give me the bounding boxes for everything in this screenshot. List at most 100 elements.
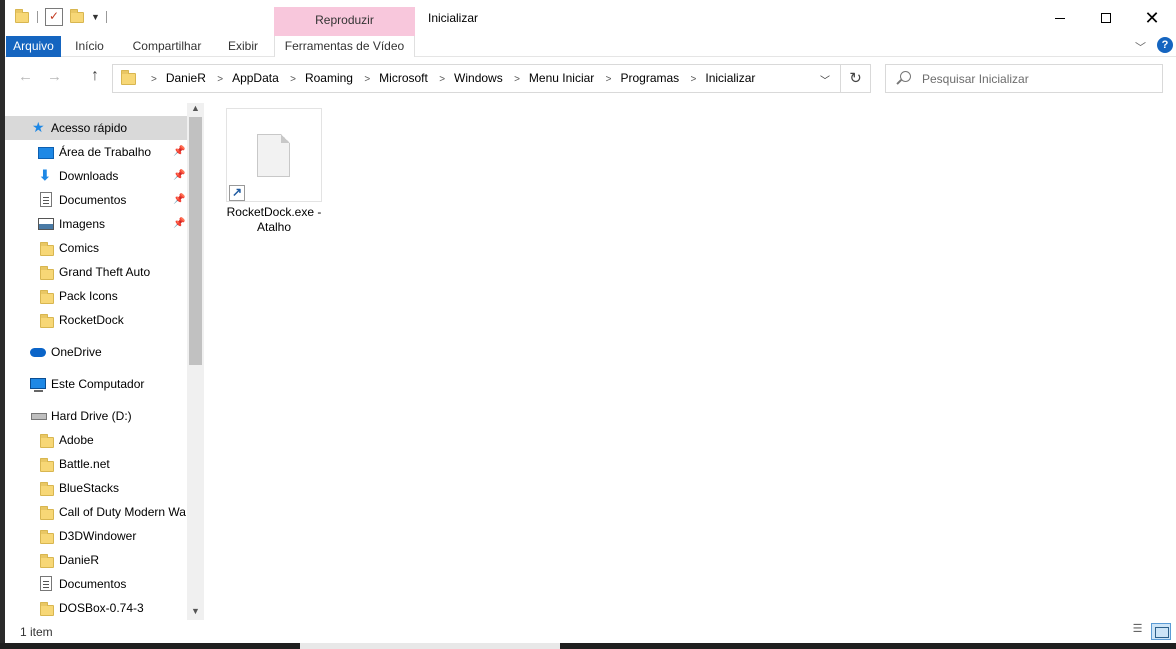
nav-item-danier[interactable]: DanieR [5, 548, 187, 572]
folder-icon [40, 602, 54, 616]
title-bar: ▼ Reproduzir Inicializar ✕ [5, 0, 1176, 36]
nav-item-label: Documentos [59, 193, 127, 207]
chevron-right-icon[interactable]: > [439, 66, 445, 93]
tab-video-tools[interactable]: Ferramentas de Vídeo [274, 36, 415, 57]
nav-item-label: Pack Icons [59, 289, 118, 303]
tab-file[interactable]: Arquivo [6, 36, 61, 57]
properties-icon[interactable] [45, 8, 63, 26]
nav-item-label: Comics [59, 241, 100, 255]
nav-item-pack-icons[interactable]: Pack Icons [5, 284, 187, 308]
file-name[interactable]: RocketDock.exe - Atalho [220, 205, 328, 235]
nav-item-gta[interactable]: Grand Theft Auto [5, 260, 187, 284]
nav-item-call-of-duty[interactable]: Call of Duty Modern Wa [5, 500, 187, 524]
large-icons-view-icon[interactable] [1151, 623, 1171, 640]
chevron-down-icon[interactable]: ﹀ [820, 72, 830, 87]
folder-icon [40, 554, 54, 568]
details-view-icon[interactable]: ☰ [1129, 623, 1146, 638]
nav-item-comics[interactable]: Comics [5, 236, 187, 260]
chevron-right-icon[interactable]: > [151, 66, 157, 93]
nav-item-pictures[interactable]: Imagens 📌 [5, 212, 187, 236]
breadcrumb-item[interactable]: Programas [620, 65, 679, 92]
nav-item-documentos-drive[interactable]: Documentos [5, 572, 187, 596]
nav-item-this-pc[interactable]: Este Computador [5, 372, 187, 396]
file-list-area[interactable]: ↗ RocketDock.exe - Atalho [204, 98, 1176, 620]
minimize-button[interactable] [1037, 4, 1083, 32]
nav-item-label: Documentos [59, 577, 127, 591]
quick-access-dropdown-icon[interactable]: ▼ [91, 12, 100, 22]
nav-item-d3dwindower[interactable]: D3DWindower [5, 524, 187, 548]
pin-icon[interactable]: 📌 [173, 188, 185, 212]
chevron-right-icon[interactable]: > [290, 66, 296, 93]
nav-item-label: Downloads [59, 169, 119, 183]
nav-item-adobe[interactable]: Adobe [5, 428, 187, 452]
nav-item-onedrive[interactable]: OneDrive [5, 340, 187, 364]
scrollbar-thumb[interactable] [189, 117, 202, 365]
chevron-right-icon[interactable]: > [514, 66, 520, 93]
nav-item-dosbox[interactable]: DOSBox-0.74-3 [5, 596, 187, 620]
scroll-up-icon[interactable]: ▲ [191, 103, 200, 113]
pin-icon[interactable]: 📌 [173, 212, 185, 236]
nav-item-label: Imagens [59, 217, 106, 231]
close-button[interactable]: ✕ [1129, 4, 1175, 32]
chevron-right-icon[interactable]: > [217, 66, 223, 93]
chevron-right-icon[interactable]: > [606, 66, 612, 93]
toolbar-separator [106, 11, 107, 23]
back-arrow-icon[interactable]: ← [18, 68, 33, 85]
chevron-right-icon[interactable]: > [691, 66, 697, 93]
new-folder-icon[interactable] [70, 9, 86, 25]
star-icon: ★ [32, 119, 45, 135]
tab-view[interactable]: Exibir [221, 36, 265, 57]
address-bar[interactable]: > DanieR > AppData > Roaming > Microsoft > Wi… [112, 64, 841, 93]
nav-item-label: Adobe [59, 433, 94, 447]
breadcrumb-item[interactable]: Inicializar [705, 65, 755, 92]
pin-icon[interactable]: 📌 [173, 140, 185, 164]
nav-item-label: RocketDock [59, 313, 124, 327]
tab-share[interactable]: Compartilhar [127, 36, 207, 57]
folder-icon [40, 290, 54, 304]
nav-item-label: DanieR [59, 553, 100, 567]
breadcrumb-item[interactable]: Windows [454, 65, 503, 92]
search-input[interactable] [922, 69, 1152, 89]
breadcrumb-item[interactable]: Microsoft [379, 65, 428, 92]
folder-icon [40, 242, 54, 256]
chevron-down-icon[interactable]: ﹀ [1135, 39, 1146, 55]
breadcrumb-item[interactable]: DanieR [166, 65, 206, 92]
forward-arrow-icon[interactable]: → [47, 68, 62, 85]
file-item[interactable]: ↗ RocketDock.exe - Atalho [226, 108, 322, 236]
nav-item-rocketdock[interactable]: RocketDock [5, 308, 187, 332]
file-thumbnail[interactable]: ↗ [226, 108, 322, 202]
nav-item-downloads[interactable]: ⬇ Downloads 📌 [5, 164, 187, 188]
nav-item-bluestacks[interactable]: BlueStacks [5, 476, 187, 500]
nav-item-label: BlueStacks [59, 481, 120, 495]
document-icon [40, 576, 52, 591]
contextual-tab-header: Reproduzir [274, 7, 415, 36]
breadcrumb-item[interactable]: Roaming [305, 65, 353, 92]
nav-item-battlenet[interactable]: Battle.net [5, 452, 187, 476]
search-icon [900, 71, 911, 82]
nav-item-quick-access[interactable]: ★ Acesso rápido [5, 116, 187, 140]
chevron-right-icon[interactable]: > [364, 66, 370, 93]
folder-icon [40, 458, 54, 472]
scroll-down-icon[interactable]: ▼ [191, 606, 200, 616]
folder-icon [40, 506, 54, 520]
folder-icon [40, 530, 54, 544]
search-box[interactable] [885, 64, 1163, 93]
folder-icon [15, 9, 31, 25]
pin-icon[interactable]: 📌 [173, 164, 185, 188]
maximize-button[interactable] [1083, 4, 1129, 32]
nav-item-label: Área de Trabalho [59, 145, 152, 159]
up-arrow-icon[interactable]: ↑ [91, 67, 99, 85]
folder-icon [40, 314, 54, 328]
help-icon[interactable]: ? [1157, 37, 1173, 53]
refresh-button[interactable]: ↻ [841, 64, 871, 93]
breadcrumb-item[interactable]: AppData [232, 65, 279, 92]
nav-item-hard-drive[interactable]: Hard Drive (D:) [5, 404, 187, 428]
desktop-icon [38, 147, 54, 159]
nav-item-desktop[interactable]: Área de Trabalho 📌 [5, 140, 187, 164]
nav-pane-scrollbar[interactable]: ▲ ▼ [187, 103, 204, 620]
tab-home[interactable]: Início [67, 36, 112, 57]
breadcrumb-item[interactable]: Menu Iniciar [529, 65, 594, 92]
nav-item-documents[interactable]: Documentos 📌 [5, 188, 187, 212]
folder-icon [121, 70, 136, 85]
nav-item-label: Grand Theft Auto [59, 265, 151, 279]
